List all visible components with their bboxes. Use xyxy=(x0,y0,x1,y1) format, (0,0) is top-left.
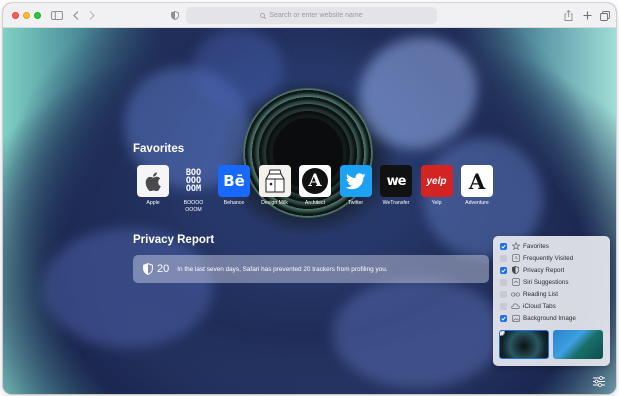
favorite-label: Behance xyxy=(223,200,245,206)
shield-icon xyxy=(171,11,179,20)
sliders-icon xyxy=(593,375,605,387)
favorite-label: BOOOO OOOM xyxy=(183,200,204,213)
option-siri-suggestions[interactable]: Siri Suggestions xyxy=(500,276,605,288)
option-icloud-tabs[interactable]: iCloud Tabs xyxy=(500,300,605,312)
toolbar: Search or enter website name xyxy=(3,3,616,28)
favorite-booooooom[interactable]: BOO OOO OOM BOOOO OOOM xyxy=(174,165,214,213)
favorite-label: Twitter xyxy=(347,200,364,206)
favorite-twitter[interactable]: Twitter xyxy=(336,165,376,213)
favorites-grid: Apple BOO OOO OOM BOOOO OOOM Bē Behance … xyxy=(133,165,498,213)
booooooom-logo-icon: BOO OOO OOM xyxy=(185,168,202,194)
chevron-right-icon xyxy=(89,11,95,20)
glasses-icon xyxy=(511,290,520,299)
forward-button[interactable] xyxy=(87,8,97,23)
background-thumbnail-option[interactable] xyxy=(553,330,603,359)
checkbox[interactable] xyxy=(500,290,507,298)
star-icon xyxy=(511,242,520,251)
clock-icon xyxy=(511,254,520,263)
favorite-label: Architect xyxy=(304,200,326,206)
apple-logo-icon xyxy=(137,165,169,197)
favorites-heading: Favorites xyxy=(133,143,185,155)
option-label: Favorites xyxy=(523,242,549,250)
chevron-left-icon xyxy=(73,11,79,20)
checkbox[interactable] xyxy=(500,266,507,274)
behance-logo-icon: Bē xyxy=(218,165,250,197)
tracker-count: 20 xyxy=(157,263,170,275)
checkbox[interactable] xyxy=(500,242,507,250)
privacy-message: In the last seven days, Safari has preve… xyxy=(177,265,388,273)
architect-logo-icon: A xyxy=(299,165,331,197)
privacy-report-card[interactable]: 20 In the last seven days, Safari has pr… xyxy=(133,255,489,283)
close-window-button[interactable] xyxy=(12,12,19,19)
background-thumbnail-flower[interactable]: × xyxy=(499,330,549,359)
shield-icon xyxy=(511,266,520,275)
cloud-icon xyxy=(511,302,520,311)
option-background-image[interactable]: Background Image xyxy=(500,312,605,324)
start-page: Favorites Apple BOO OOO OOM BOOOO OOOM B… xyxy=(3,28,616,394)
option-label: iCloud Tabs xyxy=(523,302,556,310)
favorite-adventure[interactable]: A Adventure xyxy=(457,165,497,213)
share-icon xyxy=(564,10,572,21)
checkbox[interactable] xyxy=(500,278,507,286)
privacy-report-button[interactable] xyxy=(169,8,181,23)
favorite-label: Adventure xyxy=(465,200,489,206)
new-tab-button[interactable] xyxy=(581,8,593,23)
yelp-logo-icon: yelp xyxy=(420,165,453,197)
privacy-report-heading: Privacy Report xyxy=(133,234,215,246)
favorite-label: Design Milk xyxy=(261,200,288,206)
tab-overview-button[interactable] xyxy=(599,8,611,23)
sidebar-toggle-button[interactable] xyxy=(50,8,64,23)
favorite-wetransfer[interactable]: we WeTransfer xyxy=(376,165,416,213)
remove-background-icon[interactable]: × xyxy=(500,331,505,336)
customize-start-page-button[interactable] xyxy=(592,375,606,387)
sidebar-icon xyxy=(51,11,63,20)
back-button[interactable] xyxy=(71,8,81,23)
option-frequently-visited[interactable]: Frequently Visited xyxy=(500,252,605,264)
background-thumbnails: × xyxy=(499,330,607,359)
twitter-bird-icon xyxy=(339,165,372,197)
favorite-label: WeTransfer xyxy=(382,200,410,206)
checkbox[interactable] xyxy=(500,302,507,310)
siri-icon xyxy=(511,278,520,287)
address-bar[interactable]: Search or enter website name xyxy=(186,7,437,24)
image-icon xyxy=(511,314,520,323)
checkbox[interactable] xyxy=(500,254,507,262)
favorite-design-milk[interactable]: Design Milk xyxy=(255,165,295,213)
design-milk-logo-icon xyxy=(258,165,291,197)
option-label: Privacy Report xyxy=(523,266,565,274)
option-privacy-report[interactable]: Privacy Report xyxy=(500,264,605,276)
tab-overview-icon xyxy=(600,10,610,21)
address-placeholder: Search or enter website name xyxy=(269,12,363,19)
zoom-window-button[interactable] xyxy=(34,12,41,19)
option-label: Reading List xyxy=(523,290,559,298)
search-icon xyxy=(260,12,267,19)
favorite-apple[interactable]: Apple xyxy=(133,165,173,213)
favorite-label: Yelp xyxy=(431,200,442,206)
customize-start-page-panel: Favorites Frequently Visited Privacy Rep… xyxy=(493,236,610,366)
option-reading-list[interactable]: Reading List xyxy=(500,288,605,300)
safari-window: Search or enter website name Favorites A… xyxy=(3,3,616,394)
checkbox[interactable] xyxy=(500,314,507,322)
share-button[interactable] xyxy=(562,8,574,23)
option-label: Background Image xyxy=(523,314,576,322)
shield-icon xyxy=(143,263,153,275)
favorite-behance[interactable]: Bē Behance xyxy=(214,165,254,213)
favorite-yelp[interactable]: yelp Yelp xyxy=(417,165,457,213)
option-label: Siri Suggestions xyxy=(523,278,569,286)
favorite-architect[interactable]: A Architect xyxy=(295,165,335,213)
option-favorites[interactable]: Favorites xyxy=(500,240,605,252)
plus-icon xyxy=(583,11,591,20)
option-label: Frequently Visited xyxy=(523,254,574,262)
adventure-logo-icon: A xyxy=(461,165,493,197)
favorite-label: Apple xyxy=(146,200,160,206)
minimize-window-button[interactable] xyxy=(23,12,30,19)
wetransfer-logo-icon: we xyxy=(380,165,412,197)
